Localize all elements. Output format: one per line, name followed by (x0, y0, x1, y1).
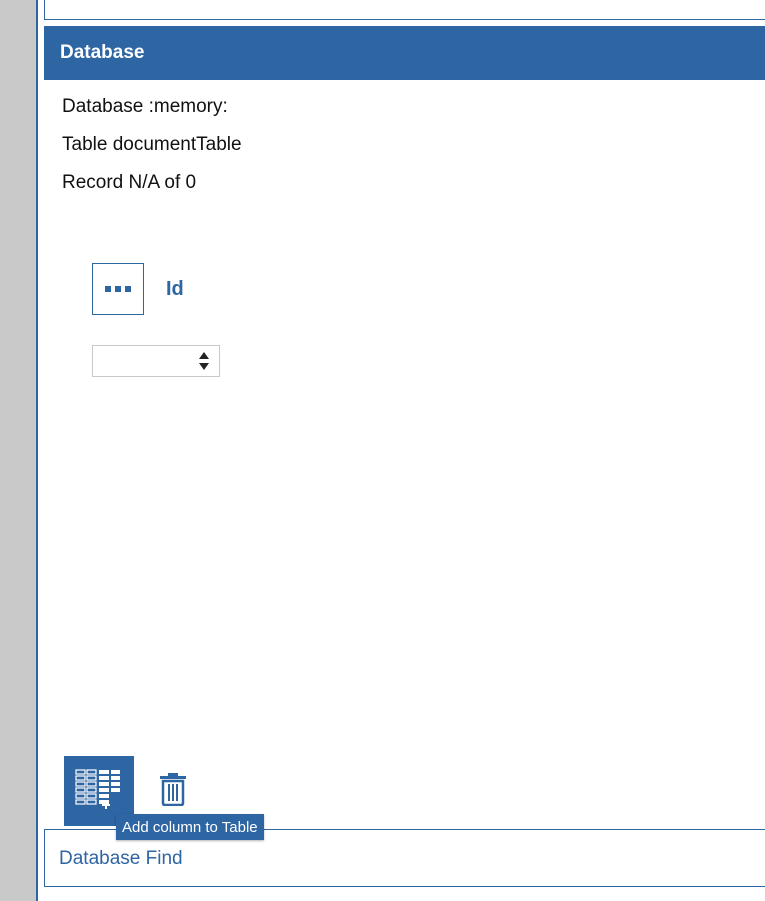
trash-icon (160, 773, 186, 807)
tooltip: Add column to Table (116, 814, 264, 840)
id-stepper[interactable] (92, 345, 220, 377)
table-name-line: Table documentTable (62, 134, 242, 155)
ellipsis-icon (105, 286, 131, 292)
add-column-table-icon (75, 769, 120, 809)
id-input[interactable] (93, 346, 193, 376)
database-panel-header[interactable]: Database (44, 26, 765, 80)
field-options-button[interactable] (92, 263, 144, 315)
page: Database Database :memory: Table documen… (0, 0, 765, 901)
database-panel-title: Database (60, 42, 145, 63)
left-border (36, 0, 38, 901)
database-name-line: Database :memory: (62, 96, 228, 117)
stepper-arrows-icon[interactable] (197, 350, 211, 372)
previous-panel-edge (44, 0, 765, 20)
database-find-title: Database Find (59, 848, 183, 869)
record-position-line: Record N/A of 0 (62, 172, 197, 193)
delete-column-button[interactable] (158, 772, 188, 807)
field-label-id: Id (166, 278, 184, 300)
left-gutter (0, 0, 36, 901)
